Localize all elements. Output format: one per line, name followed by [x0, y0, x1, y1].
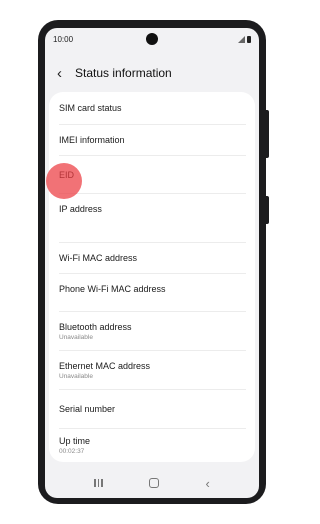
- list-item-up-time[interactable]: Up time 00:02:37: [49, 429, 255, 462]
- touch-indicator: [46, 163, 82, 199]
- navigation-bar: ‹: [45, 468, 259, 498]
- list-item-phone-wifi-mac-address[interactable]: Phone Wi-Fi MAC address: [49, 274, 255, 304]
- list-item-imei-information[interactable]: IMEI information: [49, 125, 255, 155]
- list-item-label: Wi-Fi MAC address: [59, 253, 138, 263]
- battery-icon: [247, 35, 251, 43]
- list-item-label: Phone Wi-Fi MAC address: [59, 284, 166, 294]
- list-item-ip-address[interactable]: IP address: [49, 194, 255, 242]
- list-item-sim-card-status[interactable]: SIM card status: [49, 92, 255, 124]
- page-title: Status information: [75, 66, 172, 80]
- list-item-value: 00:02:37: [59, 448, 85, 455]
- list-item-value: Unavailable: [59, 333, 93, 341]
- list-item-label: IMEI information: [59, 135, 125, 145]
- screen: 10:00 ‹ Status information SIM card stat…: [45, 28, 259, 498]
- list-item-value: Unavailable: [59, 372, 93, 380]
- front-camera: [146, 33, 158, 45]
- chevron-left-icon[interactable]: ‹: [57, 66, 71, 81]
- status-info-list: SIM card status IMEI information EID IP …: [49, 92, 255, 462]
- list-item-wifi-mac-address[interactable]: Wi-Fi MAC address: [49, 243, 255, 273]
- list-item-label: Up time: [59, 436, 91, 446]
- list-item-label: SIM card status: [59, 103, 122, 113]
- recent-apps-icon[interactable]: [94, 479, 103, 487]
- header: ‹ Status information: [45, 62, 259, 84]
- list-item-label: EID: [59, 170, 255, 180]
- list-item-bluetooth-address[interactable]: Bluetooth address Unavailable: [49, 312, 255, 350]
- signal-icon: [238, 35, 245, 43]
- list-item-label: Ethernet MAC address: [59, 360, 151, 371]
- list-item-label: Serial number: [59, 404, 116, 414]
- list-item-serial-number[interactable]: Serial number: [49, 390, 255, 428]
- list-item-ethernet-mac-address[interactable]: Ethernet MAC address Unavailable: [49, 351, 255, 389]
- back-arrow-icon[interactable]: ‹: [205, 477, 209, 490]
- list-item-label: IP address: [59, 204, 102, 214]
- volume-button: [265, 110, 269, 158]
- home-icon[interactable]: [149, 478, 160, 488]
- status-icons: [238, 35, 251, 43]
- list-item-label: Bluetooth address: [59, 321, 132, 332]
- power-button: [265, 196, 269, 224]
